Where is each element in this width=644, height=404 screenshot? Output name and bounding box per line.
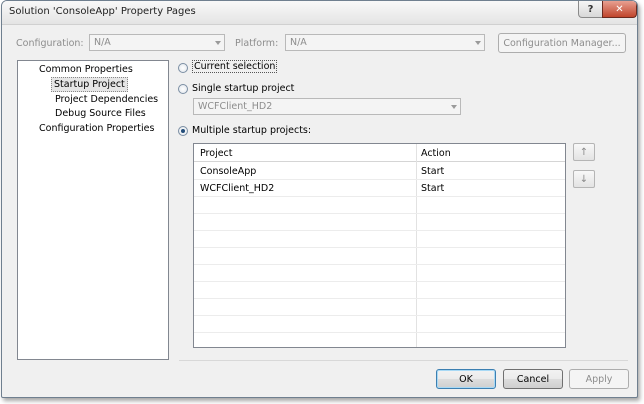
cancel-button[interactable]: Cancel [503, 369, 563, 389]
platform-value: N/A [290, 37, 307, 48]
platform-dropdown[interactable]: N/A [285, 34, 485, 51]
chevron-down-icon [451, 105, 457, 109]
row-divider [194, 213, 565, 214]
row-divider [194, 230, 565, 231]
move-down-button[interactable]: ↓ [573, 170, 595, 188]
tree-item-project-dependencies[interactable]: Project Dependencies [53, 93, 160, 106]
table-row-action[interactable]: Start [421, 183, 444, 194]
title-bar: Solution 'ConsoleApp' Property Pages ? ✕ [2, 1, 637, 25]
multiple-startup-radio[interactable] [178, 126, 188, 136]
row-divider [194, 281, 565, 282]
row-divider [194, 264, 565, 265]
current-selection-radio[interactable] [178, 63, 188, 73]
separator [179, 360, 628, 361]
row-divider [194, 247, 565, 248]
tree-item-debug-source-files[interactable]: Debug Source Files [53, 107, 148, 120]
tree-item-configuration-properties[interactable]: Configuration Properties [37, 122, 156, 135]
configuration-value: N/A [94, 37, 111, 48]
table-row-project[interactable]: ConsoleApp [200, 166, 256, 177]
move-up-button[interactable]: ↑ [573, 143, 595, 161]
tree-item-common-properties[interactable]: Common Properties [37, 63, 135, 76]
help-button[interactable]: ? [578, 1, 603, 18]
help-icon: ? [587, 3, 594, 15]
column-header-project[interactable]: Project [200, 148, 233, 159]
single-startup-radio[interactable] [178, 84, 188, 94]
table-row-project[interactable]: WCFClient_HD2 [200, 183, 274, 194]
configuration-label: Configuration: [16, 38, 84, 49]
dialog-title: Solution 'ConsoleApp' Property Pages [9, 6, 196, 17]
apply-button[interactable]: Apply [569, 369, 629, 389]
single-startup-label: Single startup project [192, 83, 295, 94]
chevron-down-icon [215, 41, 221, 45]
arrow-up-icon: ↑ [579, 146, 589, 158]
startup-projects-grid: Project Action ConsoleApp Start WCFClien… [193, 143, 566, 348]
arrow-down-icon: ↓ [579, 173, 589, 185]
single-startup-dropdown[interactable]: WCFClient_HD2 [193, 98, 461, 115]
row-divider [194, 315, 565, 316]
multiple-startup-label: Multiple startup projects: [192, 125, 312, 136]
row-divider [194, 179, 565, 180]
close-button[interactable]: ✕ [602, 1, 637, 18]
row-divider [194, 196, 565, 197]
row-divider [194, 298, 565, 299]
platform-label: Platform: [235, 38, 279, 49]
tree-item-startup-project[interactable]: Startup Project [51, 77, 128, 92]
current-selection-label: Current selection [192, 60, 278, 73]
property-pages-dialog: Solution 'ConsoleApp' Property Pages ? ✕… [1, 0, 638, 398]
grid-header: Project Action [194, 144, 565, 162]
column-divider [416, 144, 417, 347]
close-icon: ✕ [615, 3, 624, 15]
configuration-dropdown[interactable]: N/A [89, 34, 225, 51]
configuration-manager-button[interactable]: Configuration Manager... [498, 33, 626, 53]
column-header-action[interactable]: Action [421, 148, 451, 159]
chevron-down-icon [475, 41, 481, 45]
current-selection-label-wrap: Current selection [192, 60, 278, 73]
single-startup-value: WCFClient_HD2 [198, 101, 273, 112]
ok-button[interactable]: OK [436, 369, 496, 389]
property-tree: Common Properties Startup Project Projec… [17, 60, 169, 360]
row-divider [194, 332, 565, 333]
table-row-action[interactable]: Start [421, 166, 444, 177]
